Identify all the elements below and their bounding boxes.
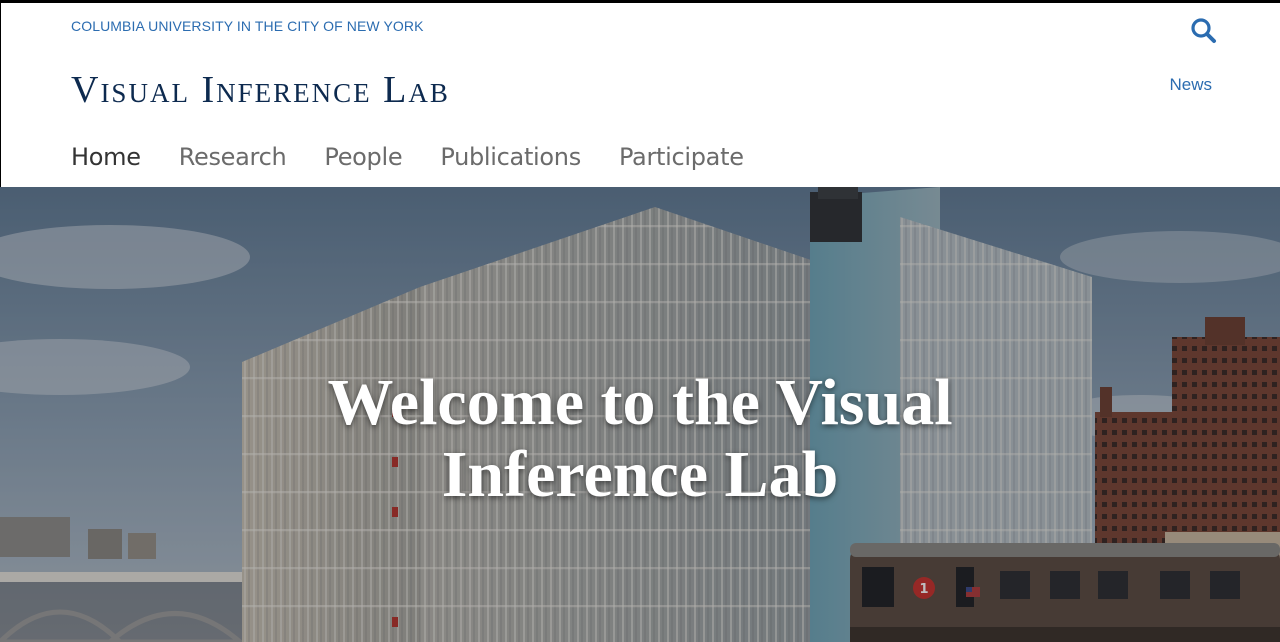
hero-banner: 1 Welcome to the Visual Inference Lab bbox=[0, 187, 1280, 642]
lab-title[interactable]: Visual Inference Lab bbox=[71, 68, 450, 112]
nav-item-research[interactable]: Research bbox=[179, 140, 287, 174]
nav-item-participate[interactable]: Participate bbox=[619, 140, 744, 174]
hero-title-line2: Inference Lab bbox=[441, 438, 839, 511]
search-icon bbox=[1191, 18, 1216, 43]
nav-item-publications[interactable]: Publications bbox=[440, 140, 581, 174]
site-header: COLUMBIA UNIVERSITY IN THE CITY OF NEW Y… bbox=[0, 3, 1280, 187]
hero-title: Welcome to the Visual Inference Lab bbox=[0, 367, 1280, 511]
main-nav: Home Research People Publications Partic… bbox=[71, 140, 782, 174]
university-link[interactable]: COLUMBIA UNIVERSITY IN THE CITY OF NEW Y… bbox=[71, 18, 424, 34]
nav-item-people[interactable]: People bbox=[324, 140, 402, 174]
search-button[interactable] bbox=[1189, 16, 1219, 46]
news-link[interactable]: News bbox=[1169, 75, 1212, 95]
nav-item-home[interactable]: Home bbox=[71, 140, 141, 174]
hero-title-line1: Welcome to the Visual bbox=[327, 366, 953, 439]
